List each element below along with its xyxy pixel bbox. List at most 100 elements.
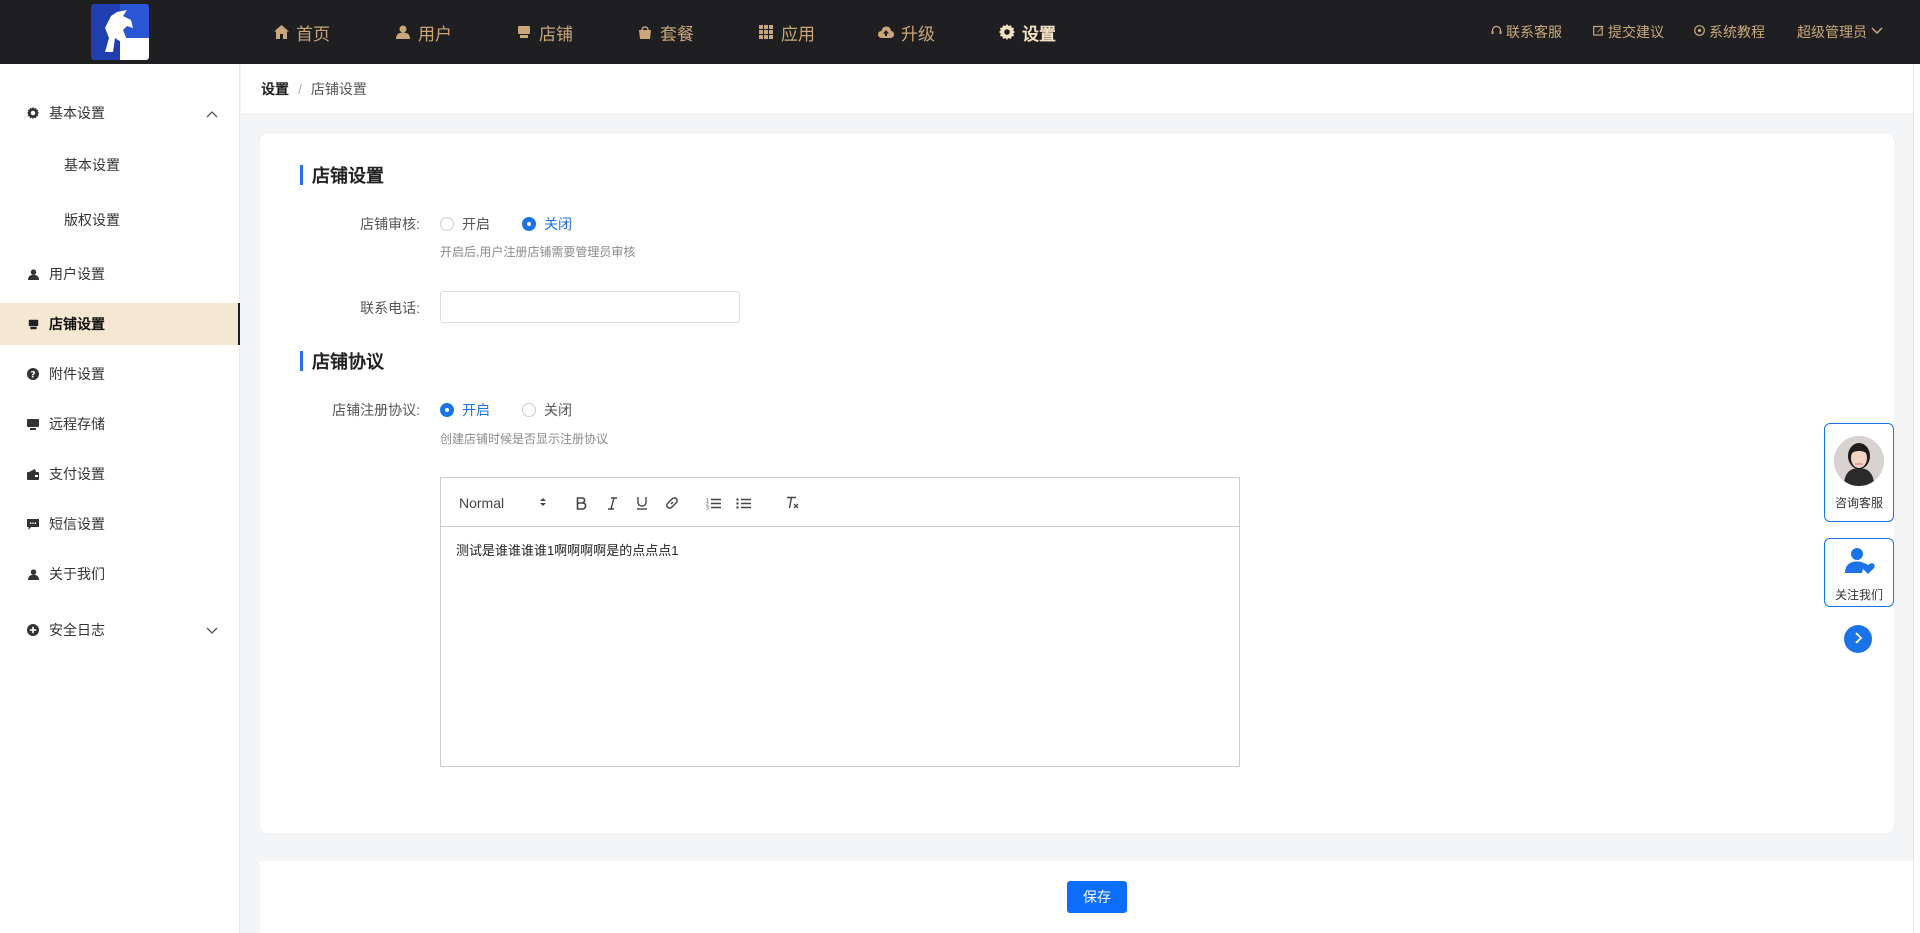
home-icon	[273, 24, 289, 40]
sidebar-item-remote-storage[interactable]: 远程存储	[0, 403, 240, 445]
sidebar-item-payment-settings[interactable]: 支付设置	[0, 453, 240, 495]
apps-icon	[758, 24, 774, 40]
sidebar-item-label: 店铺设置	[49, 316, 105, 332]
nav-user[interactable]: 用户	[395, 0, 452, 64]
radio-circle-selected	[522, 217, 536, 231]
horse-logo-icon	[105, 10, 133, 52]
sidebar-item-attachment-settings[interactable]: ? 附件设置	[0, 353, 240, 395]
sidebar-item-user-settings[interactable]: 用户设置	[0, 253, 240, 295]
sidebar-item-label: 关于我们	[49, 566, 105, 582]
link-icon[interactable]	[661, 493, 683, 513]
store-icon	[516, 24, 532, 40]
submit-suggestion-label: 提交建议	[1608, 24, 1664, 40]
nav-apps-label: 应用	[781, 24, 815, 44]
phone-input[interactable]	[440, 291, 740, 323]
nav-apps[interactable]: 应用	[758, 0, 815, 64]
gear-icon	[999, 24, 1015, 40]
agreement-hint: 创建店铺时候是否显示注册协议	[440, 432, 609, 446]
sidebar-item-label: 附件设置	[49, 366, 105, 382]
sidebar-item-label: 安全日志	[49, 622, 105, 638]
bold-icon[interactable]	[571, 493, 591, 513]
admin-name: 超级管理员	[1797, 24, 1867, 40]
sidebar-item-sms-settings[interactable]: 短信设置	[0, 503, 240, 545]
radio-circle	[522, 403, 536, 417]
sidebar-item-label: 支付设置	[49, 466, 105, 482]
nav-store[interactable]: 店铺	[516, 0, 573, 64]
nav-upgrade[interactable]: 升级	[878, 0, 935, 64]
rich-text-editor: Normal 123 测试是谁谁谁谁1啊啊啊啊是的点点点1	[440, 477, 1240, 767]
support-avatar	[1834, 436, 1884, 486]
form-footer: 保存	[260, 861, 1913, 933]
format-select-value: Normal	[459, 495, 505, 511]
nav-settings[interactable]: 设置	[999, 0, 1056, 64]
bullet-list-icon[interactable]	[733, 493, 753, 513]
user-icon	[26, 567, 40, 581]
radio-label: 关闭	[544, 216, 572, 232]
breadcrumb: 设置 / 店铺设置	[241, 64, 1913, 113]
sidebar-item-store-settings[interactable]: 店铺设置	[0, 303, 240, 345]
editor-content[interactable]: 测试是谁谁谁谁1啊啊啊啊是的点点点1	[456, 540, 678, 559]
sidebar-subitem-copyright-settings[interactable]: 版权设置	[0, 199, 240, 241]
follow-user-icon	[1845, 546, 1875, 579]
section-title-store-agreement: 店铺协议	[300, 351, 384, 372]
save-button[interactable]: 保存	[1067, 881, 1127, 913]
consult-support-widget[interactable]: 咨询客服	[1824, 423, 1894, 522]
ordered-list-icon[interactable]: 123	[703, 493, 723, 513]
underline-icon[interactable]	[632, 493, 652, 513]
sidebar: 基本设置 基本设置 版权设置 用户设置 店铺设置 ? 附件设置 远程存储 支付设…	[0, 64, 240, 933]
package-icon	[637, 24, 653, 40]
admin-menu[interactable]: 超级管理员	[1797, 0, 1883, 64]
contact-support-link[interactable]: 联系客服	[1491, 0, 1562, 64]
page-scrollbar[interactable]	[1913, 64, 1920, 933]
system-tutorial-link[interactable]: 系统教程	[1694, 0, 1765, 64]
message-icon	[26, 517, 40, 531]
sidebar-item-label: 基本设置	[49, 105, 105, 121]
clear-format-icon[interactable]	[783, 493, 803, 513]
nav-home[interactable]: 首页	[273, 0, 330, 64]
audit-hint: 开启后,用户注册店铺需要管理员审核	[440, 245, 636, 259]
sidebar-item-about-us[interactable]: 关于我们	[0, 553, 240, 595]
follow-us-widget[interactable]: 关注我们	[1824, 538, 1894, 607]
svg-text:?: ?	[30, 370, 35, 380]
format-select[interactable]: Normal	[459, 493, 547, 513]
radio-label: 开启	[462, 216, 490, 232]
agreement-radio-off[interactable]: 关闭	[522, 400, 572, 420]
sidebar-item-basic-settings[interactable]: 基本设置	[0, 92, 240, 134]
italic-icon[interactable]	[602, 493, 622, 513]
gear-icon	[26, 106, 40, 120]
phone-label: 联系电话:	[360, 300, 420, 316]
plus-circle-icon	[26, 623, 40, 637]
nav-store-label: 店铺	[539, 24, 573, 44]
sidebar-subitem-basic-settings[interactable]: 基本设置	[0, 144, 240, 186]
agreement-label: 店铺注册协议:	[332, 402, 420, 418]
chevron-right-icon	[1853, 631, 1863, 647]
nav-package[interactable]: 套餐	[637, 0, 694, 64]
nav-home-label: 首页	[296, 24, 330, 44]
radio-circle-selected	[440, 403, 454, 417]
wallet-icon	[26, 467, 40, 481]
monitor-icon	[26, 417, 40, 431]
nav-package-label: 套餐	[660, 24, 694, 44]
sidebar-item-label: 版权设置	[64, 212, 120, 228]
nav-settings-label: 设置	[1022, 24, 1056, 44]
sidebar-item-label: 远程存储	[49, 416, 105, 432]
agreement-radio-on[interactable]: 开启	[440, 400, 490, 420]
contact-support-label: 联系客服	[1506, 24, 1562, 40]
submit-suggestion-link[interactable]: 提交建议	[1593, 0, 1664, 64]
user-icon	[26, 267, 40, 281]
consult-support-label: 咨询客服	[1834, 496, 1883, 510]
breadcrumb-root[interactable]: 设置	[261, 79, 289, 99]
select-arrows-icon	[539, 495, 547, 511]
logo[interactable]	[91, 4, 149, 60]
chevron-down-icon	[1871, 26, 1883, 38]
audit-radio-off[interactable]: 关闭	[522, 214, 572, 234]
cloud-upload-icon	[878, 24, 894, 40]
nav-user-label: 用户	[418, 24, 452, 44]
floating-expand-button[interactable]	[1844, 625, 1872, 653]
sidebar-item-security-log[interactable]: 安全日志	[0, 609, 240, 651]
chevron-up-icon	[206, 105, 218, 121]
breadcrumb-current: 店铺设置	[310, 80, 367, 97]
headset-icon	[1491, 25, 1502, 39]
audit-radio-on[interactable]: 开启	[440, 214, 490, 234]
sidebar-item-label: 短信设置	[49, 516, 105, 532]
